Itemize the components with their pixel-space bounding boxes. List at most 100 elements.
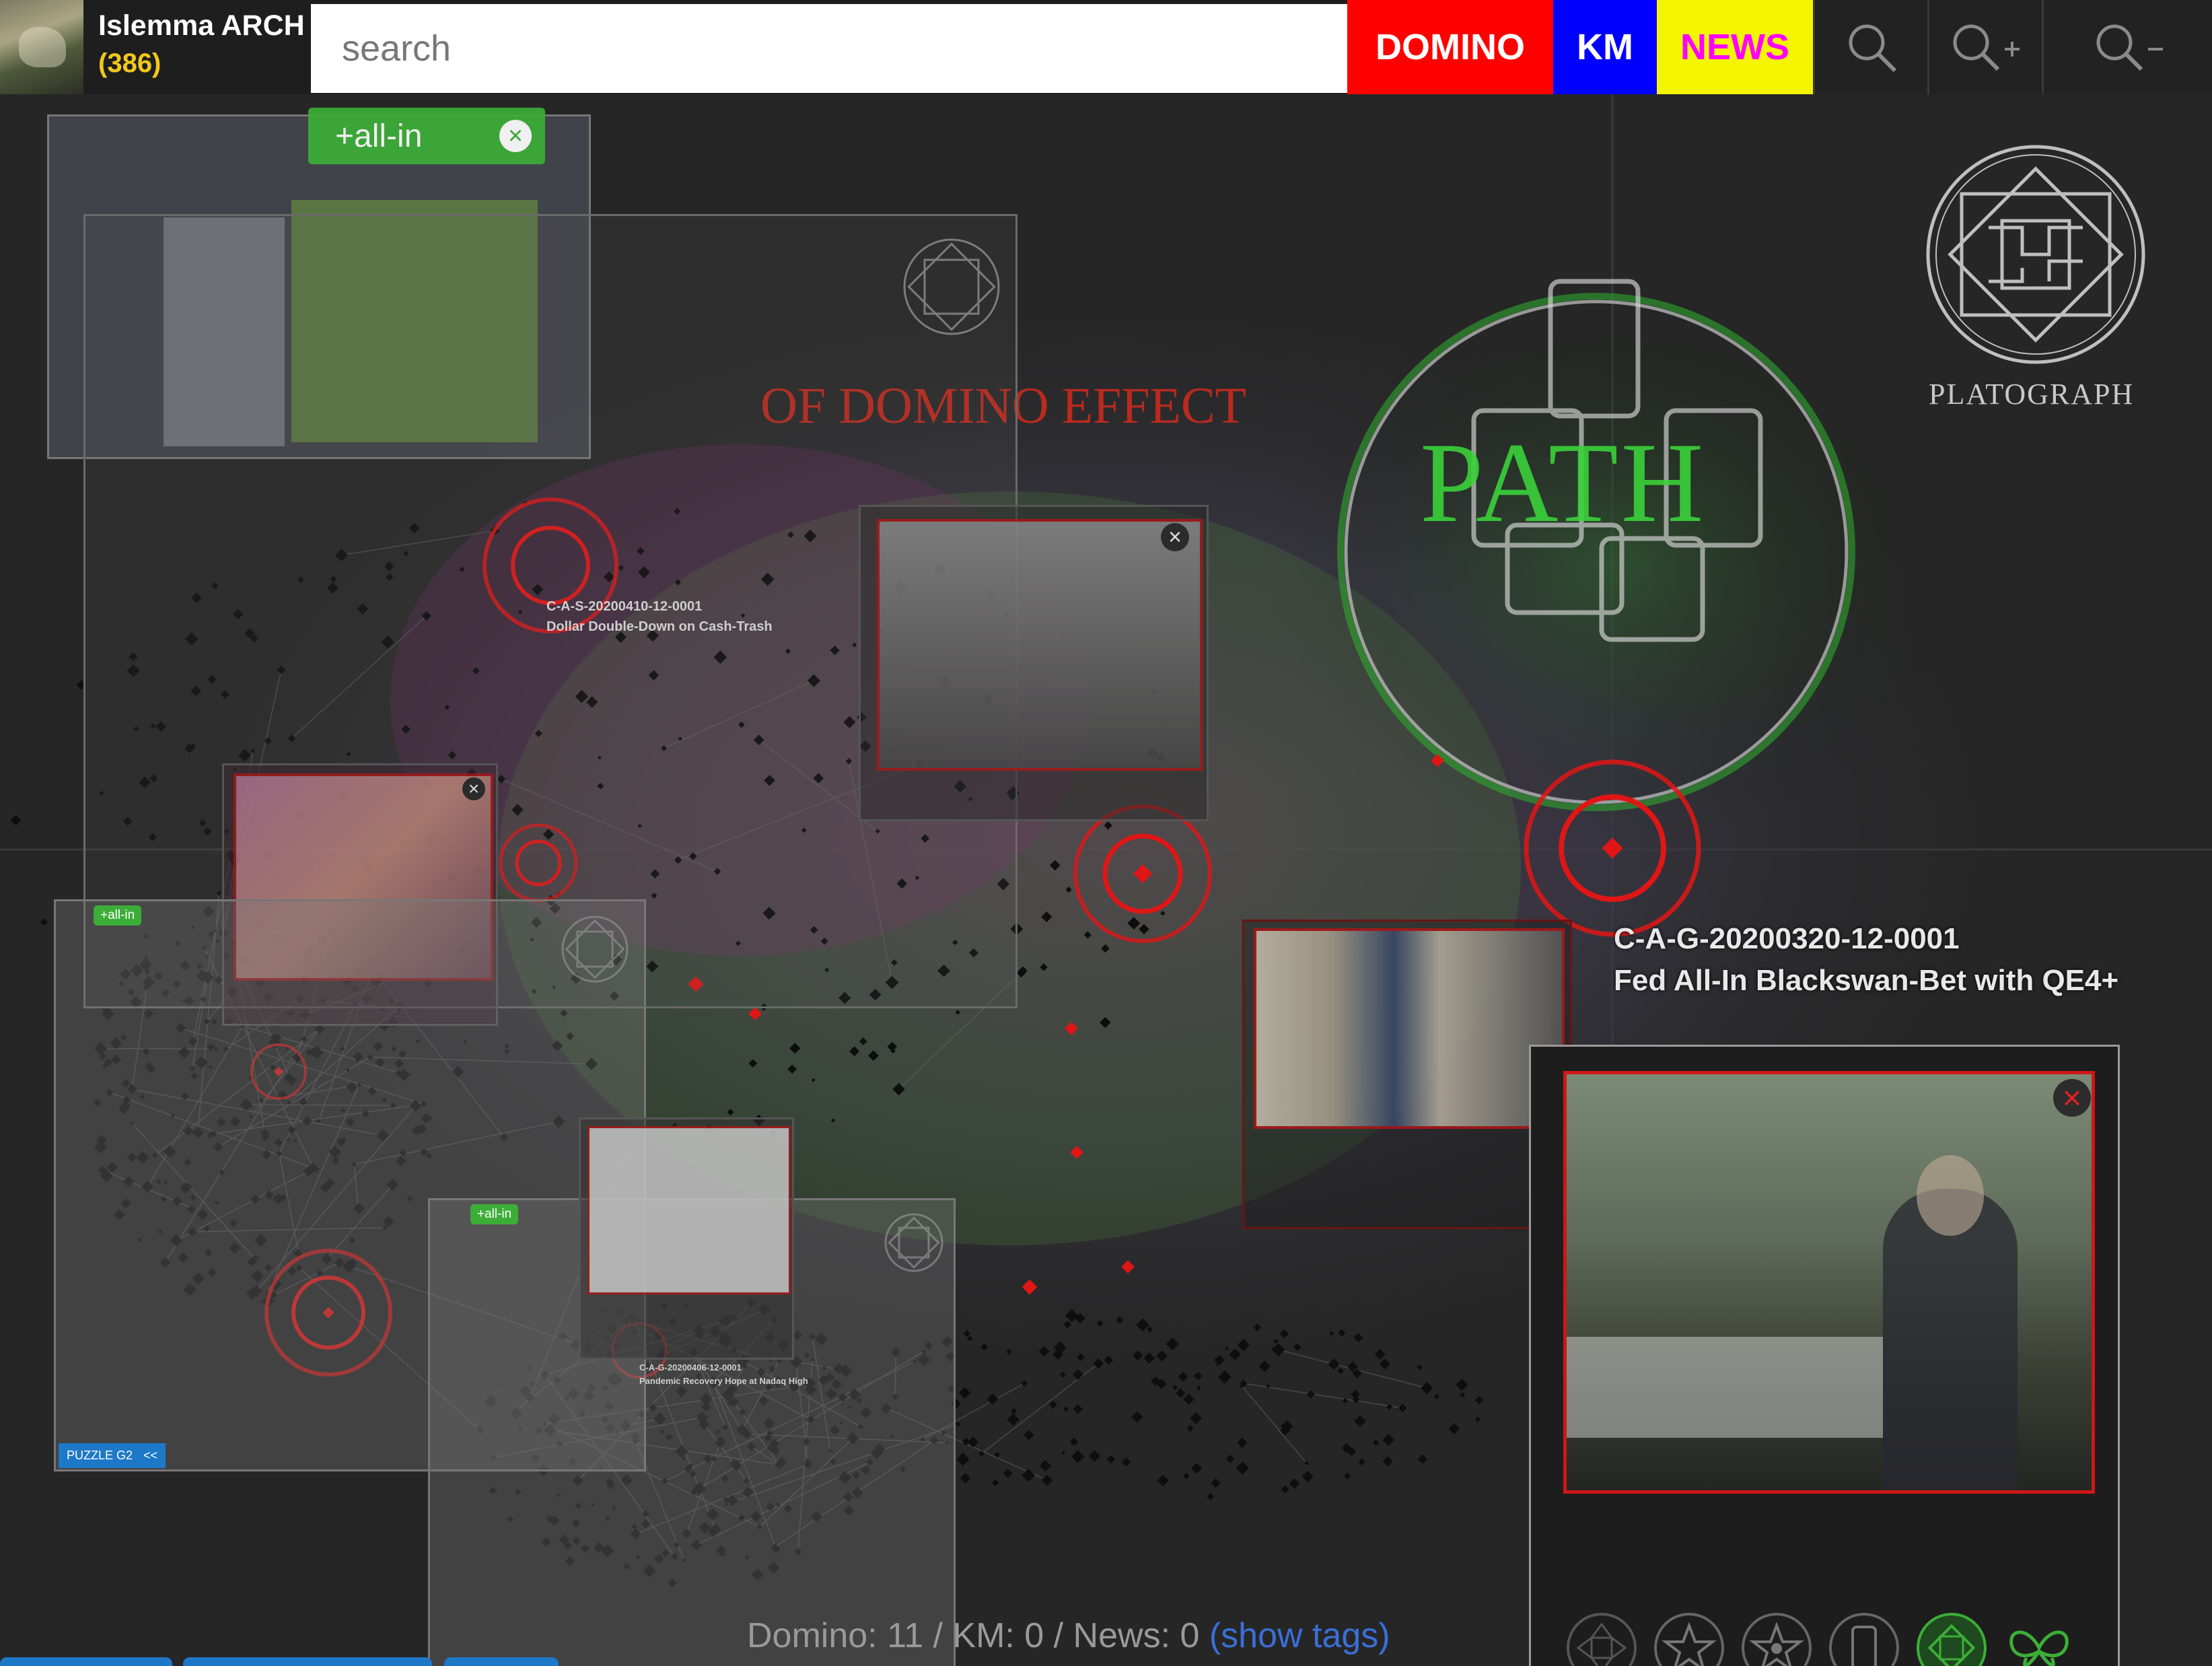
graph-node [1417, 1364, 1423, 1370]
zoom-in-icon [1953, 24, 2020, 71]
graph-node [1003, 1469, 1013, 1478]
star-badge-icon[interactable] [1740, 1611, 1814, 1666]
graph-node [1069, 1437, 1079, 1446]
graph-node [1456, 1379, 1468, 1391]
graph-node [1183, 1393, 1194, 1405]
bottom-tab[interactable] [0, 1657, 172, 1666]
back-button[interactable]: << [135, 1443, 166, 1468]
map-image-card[interactable] [579, 1117, 794, 1360]
graph-node [1344, 1472, 1351, 1480]
puzzle-g2-button[interactable]: PUZZLE G2 [59, 1443, 141, 1468]
domino-category-button[interactable]: DOMINO [1347, 0, 1553, 94]
graph-node [1358, 1458, 1365, 1466]
all-in-filter-tag[interactable]: +all-in × [308, 108, 545, 164]
graph-node [1382, 1456, 1393, 1467]
graph-node [1354, 1415, 1366, 1427]
mini-all-in-tag[interactable]: +all-in [470, 1204, 519, 1224]
bridge-image-card[interactable]: × [859, 505, 1209, 821]
news-category-button[interactable]: NEWS [1657, 0, 1813, 94]
graph-node [1190, 1412, 1203, 1424]
close-icon[interactable]: × [499, 120, 532, 152]
selected-node-title: Fed All-In Blackswan-Bet with QE4+ [1614, 964, 2119, 997]
zoom-out-button[interactable] [2042, 0, 2212, 94]
platograph-logo-text: PLATOGRAPH [1929, 378, 2135, 411]
graph-node [1474, 1395, 1484, 1405]
search-input[interactable] [311, 4, 1347, 93]
graph-node [1398, 1403, 1407, 1413]
show-tags-link[interactable]: (show tags) [1209, 1616, 1390, 1655]
selected-node-label[interactable]: C-A-G-20200320-12-0001 Fed All-In Blacks… [1614, 918, 2118, 1002]
close-icon[interactable]: × [462, 777, 485, 800]
graph-node [1182, 1472, 1190, 1480]
graph-node [1281, 1485, 1289, 1494]
graph-node [960, 1473, 971, 1484]
map-image [587, 1126, 791, 1294]
graph-node [1448, 1423, 1460, 1434]
bottom-tab[interactable] [183, 1657, 432, 1666]
graph-node [1061, 1451, 1066, 1455]
graph-node [1382, 1434, 1395, 1447]
graph-node [1289, 1478, 1300, 1489]
node-id-label: C-A-G-20200406-12-0001 [639, 1362, 742, 1373]
graph-node [1022, 1468, 1036, 1482]
video-figure-face [1917, 1155, 1984, 1236]
top-bar: Islemma ARCH (386) DOMINO KM NEWS [0, 0, 2212, 94]
graph-node [1236, 1461, 1249, 1475]
node-title-label: Pandemic Recovery Hope at Nadaq High [639, 1376, 808, 1386]
trump-image [1254, 928, 1565, 1129]
trump-image-card[interactable] [1242, 919, 1572, 1229]
graph-node [1417, 1454, 1427, 1464]
graph-node [1421, 1381, 1433, 1395]
node-detail-card[interactable]: × [1529, 1045, 2120, 1666]
graph-node [1157, 1474, 1169, 1486]
graph-node [1190, 1463, 1203, 1474]
bottom-tab[interactable] [444, 1657, 559, 1666]
mini-all-in-tag[interactable]: +all-in [94, 905, 142, 926]
star-icon[interactable] [1652, 1611, 1726, 1666]
move-icon[interactable] [1565, 1611, 1639, 1666]
graph-node [1351, 1389, 1360, 1399]
footer-counts: Domino: 11 / KM: 0 / News: 0 (show tags) [747, 1616, 1390, 1656]
graph-node [1225, 1455, 1235, 1463]
graph-node [1073, 1404, 1083, 1414]
graph-node [1460, 1392, 1466, 1398]
graph-canvas[interactable]: PATH OF DOMINO EFFECT PLATOGRAPH +all-in… [0, 94, 2212, 1666]
platograph-badge-icon[interactable] [1915, 1611, 1989, 1666]
graph-node [958, 1387, 971, 1399]
video-overlay-box [1567, 1337, 1883, 1438]
graph-node [962, 1437, 970, 1446]
user-count: (386) [98, 48, 162, 78]
graph-node [1237, 1437, 1248, 1448]
graph-node [1121, 1457, 1131, 1467]
graph-node [1196, 1385, 1201, 1391]
card-action-bar [1565, 1611, 2090, 1666]
graph-node [40, 918, 48, 926]
zoom-out-icon [2096, 24, 2163, 71]
graph-node [1301, 1470, 1314, 1483]
graph-node [1211, 1478, 1221, 1488]
km-category-button[interactable]: KM [1553, 0, 1657, 94]
graph-node [1048, 1400, 1058, 1410]
user-name: Islemma ARCH [98, 9, 305, 42]
user-avatar[interactable] [0, 0, 83, 94]
counts-text: Domino: 11 / KM: 0 / News: 0 [747, 1616, 1200, 1655]
phone-icon[interactable] [1827, 1611, 1901, 1666]
selected-node-id: C-A-G-20200320-12-0001 [1614, 922, 1960, 955]
graph-node [991, 1479, 999, 1486]
zoom-in-button[interactable] [1927, 0, 2042, 94]
graph-node [1386, 1403, 1393, 1410]
graph-node [1306, 1390, 1315, 1399]
butterfly-icon[interactable] [2002, 1611, 2076, 1666]
all-in-filter-label: +all-in [335, 118, 423, 154]
node-video[interactable] [1563, 1071, 2095, 1494]
graph-node [1474, 1416, 1481, 1422]
graph-node [1023, 1430, 1034, 1441]
graph-node [956, 1453, 970, 1466]
graph-node [1131, 1411, 1143, 1423]
graph-node [1071, 1450, 1085, 1463]
search-button[interactable] [1813, 0, 1928, 94]
close-icon[interactable]: × [2053, 1079, 2091, 1117]
graph-node [1088, 1450, 1101, 1463]
graph-node [1041, 1474, 1053, 1486]
close-icon[interactable]: × [1161, 523, 1189, 551]
